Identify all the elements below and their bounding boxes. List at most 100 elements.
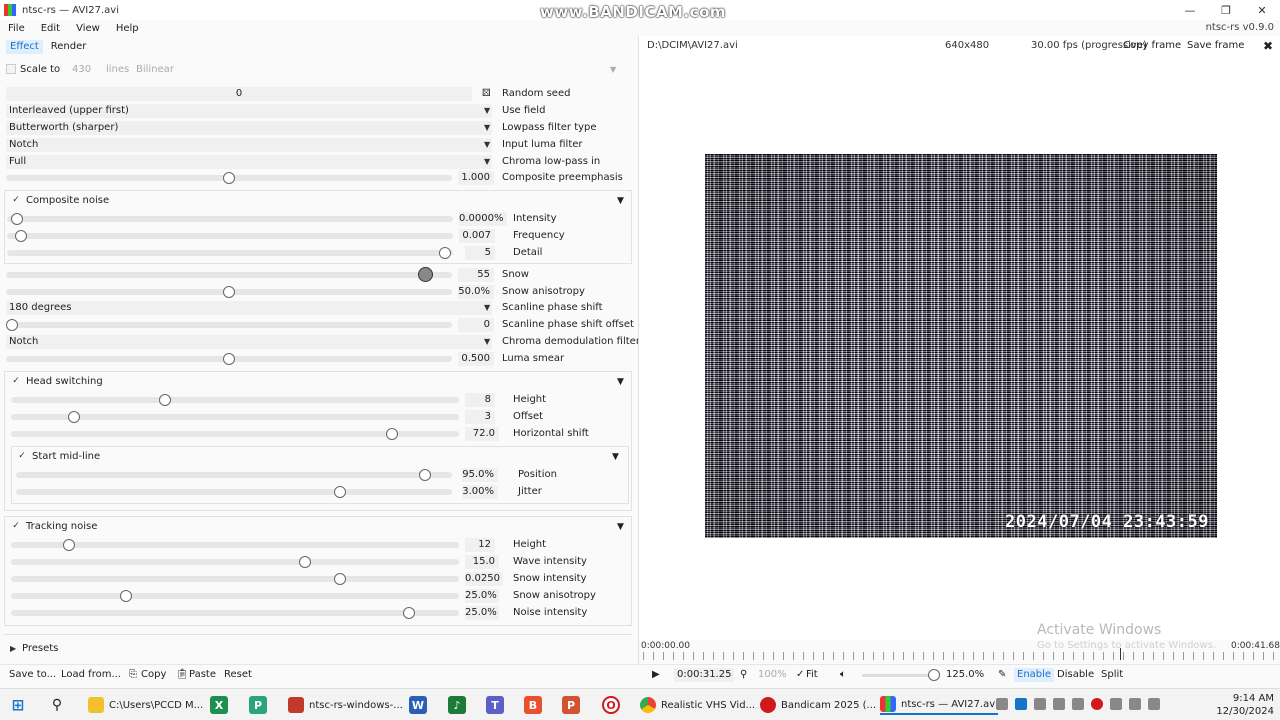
tab-effect[interactable]: Effect xyxy=(6,40,43,54)
tn-noise-slider[interactable] xyxy=(403,607,416,619)
midline-jitter-slider[interactable] xyxy=(334,486,346,498)
taskbar-app-ntsc-active[interactable]: ntsc-rs — AVI27.avi xyxy=(880,695,998,715)
scale-lines-input[interactable]: 430 xyxy=(72,63,91,77)
save-frame-button[interactable]: Save frame xyxy=(1183,38,1248,54)
chroma-lowpass-select[interactable]: Full xyxy=(6,155,492,169)
fit-checkmark-icon[interactable]: ✓ xyxy=(796,668,804,682)
cn-frequency-track[interactable] xyxy=(7,233,453,239)
input-luma-filter-select[interactable]: Notch xyxy=(6,138,492,152)
tn-wave-slider[interactable] xyxy=(298,556,311,568)
teams-icon[interactable]: T xyxy=(486,696,504,714)
excel-icon[interactable]: X xyxy=(210,696,228,714)
scanline-phase-select[interactable]: 180 degrees xyxy=(6,301,492,315)
tn-anisotropy-track[interactable] xyxy=(11,593,459,599)
snow-anisotropy-slider[interactable] xyxy=(223,286,235,298)
word-icon[interactable]: W xyxy=(409,696,427,714)
snow-track[interactable] xyxy=(6,272,452,278)
maximize-button[interactable]: ❐ xyxy=(1208,0,1244,20)
start-midline-checkbox[interactable]: ✓ xyxy=(17,451,27,461)
save-to-button[interactable]: Save to... xyxy=(9,668,56,682)
cn-detail-slider[interactable] xyxy=(439,247,451,259)
presets-label[interactable]: Presets xyxy=(22,643,58,654)
hs-offset-value[interactable]: 3 xyxy=(465,410,495,424)
copy-button[interactable]: Copy xyxy=(141,668,166,682)
tn-wave-track[interactable] xyxy=(11,559,459,565)
minimize-button[interactable]: — xyxy=(1172,0,1208,20)
midline-position-value[interactable]: 95.0% xyxy=(462,468,498,482)
paste-icon[interactable]: 📋︎ xyxy=(176,668,189,682)
play-icon[interactable]: ▶ xyxy=(652,668,660,682)
volume-slider[interactable] xyxy=(928,669,940,681)
snow-slider[interactable] xyxy=(418,267,434,282)
tn-height-value[interactable]: 12 xyxy=(465,538,495,552)
collapse-triangle-icon[interactable]: ▼ xyxy=(617,375,624,389)
tn-snow-slider[interactable] xyxy=(333,573,346,585)
taskbar-app-explorer[interactable]: C:\Users\PCCD M... xyxy=(88,695,203,715)
cn-intensity-track[interactable] xyxy=(7,216,453,222)
wifi-icon[interactable] xyxy=(1129,698,1141,710)
expand-triangle-icon[interactable]: ▶ xyxy=(10,644,16,653)
clock[interactable]: 9:14 AM 12/30/2024 xyxy=(1216,692,1274,718)
copy-frame-button[interactable]: Copy frame xyxy=(1119,38,1185,54)
preemphasis-value[interactable]: 1.000 xyxy=(458,171,494,185)
cn-frequency-value[interactable]: 0.007 xyxy=(459,229,495,243)
menu-edit[interactable]: Edit xyxy=(33,23,68,34)
cn-intensity-slider[interactable] xyxy=(11,213,23,225)
enable-button[interactable]: Enable xyxy=(1014,668,1055,682)
scale-filter-select[interactable]: Bilinear xyxy=(136,63,174,77)
taskbar-app-chrome[interactable]: Realistic VHS Vid... xyxy=(640,695,755,715)
luma-smear-slider[interactable] xyxy=(223,353,235,365)
tray-icon[interactable] xyxy=(1091,698,1103,710)
head-switching-checkbox[interactable]: ✓ xyxy=(11,376,21,386)
midline-jitter-value[interactable]: 3.00% xyxy=(462,485,498,499)
speaker-icon[interactable]: 🔈︎ xyxy=(840,668,846,682)
preview-scale-value[interactable]: 125.0% xyxy=(946,668,984,682)
tray-icon[interactable] xyxy=(1072,698,1084,710)
hs-hshift-slider[interactable] xyxy=(385,428,398,440)
time-input[interactable]: 0:00:31.25 xyxy=(674,668,735,682)
midline-jitter-track[interactable] xyxy=(16,489,452,495)
chroma-demod-select[interactable]: Notch xyxy=(6,335,492,349)
tn-height-slider[interactable] xyxy=(63,539,76,551)
opera-icon[interactable]: O xyxy=(602,696,620,714)
load-from-button[interactable]: Load from... xyxy=(61,668,121,682)
app-icon-green[interactable]: ♪ xyxy=(448,696,466,714)
tracking-noise-checkbox[interactable]: ✓ xyxy=(11,521,21,531)
disable-button[interactable]: Disable xyxy=(1057,668,1094,682)
menu-view[interactable]: View xyxy=(68,23,108,34)
hs-height-value[interactable]: 8 xyxy=(465,393,495,407)
fit-label[interactable]: Fit xyxy=(806,668,818,682)
scanline-offset-slider[interactable] xyxy=(6,319,18,331)
reset-button[interactable]: Reset xyxy=(224,668,252,682)
cn-intensity-value[interactable]: 0.0000% xyxy=(459,212,507,226)
speaker-icon[interactable] xyxy=(1148,698,1160,710)
zoom-value[interactable]: 100% xyxy=(758,668,787,682)
collapse-triangle-icon[interactable]: ▼ xyxy=(617,520,624,534)
presets-section[interactable]: ▶ Presets xyxy=(0,642,638,658)
brave-icon[interactable]: B xyxy=(524,696,542,714)
use-field-select[interactable]: Interleaved (upper first) xyxy=(6,104,492,118)
menu-file[interactable]: File xyxy=(0,23,33,34)
timeline-ticks[interactable] xyxy=(643,652,1277,660)
tn-noise-value[interactable]: 25.0% xyxy=(465,606,499,620)
tab-render[interactable]: Render xyxy=(47,40,91,54)
taskbar-app-ntsc-folder[interactable]: ntsc-rs-windows-... xyxy=(288,695,403,715)
random-seed-input[interactable]: 0 xyxy=(6,87,472,101)
close-window-button[interactable]: ✕ xyxy=(1244,0,1280,20)
cn-frequency-slider[interactable] xyxy=(15,230,28,242)
hs-hshift-value[interactable]: 72.0 xyxy=(465,427,499,441)
scanline-offset-track[interactable] xyxy=(6,322,452,328)
luma-smear-value[interactable]: 0.500 xyxy=(458,352,494,366)
menu-help[interactable]: Help xyxy=(108,23,147,34)
taskbar-app-bandicam[interactable]: Bandicam 2025 (... xyxy=(760,695,876,715)
split-button[interactable]: Split xyxy=(1101,668,1123,682)
dice-icon[interactable]: ⚄ xyxy=(482,87,491,101)
windows-start-icon[interactable]: ⊞ xyxy=(9,696,27,714)
cn-detail-value[interactable]: 5 xyxy=(465,246,495,260)
tn-snow-value[interactable]: 0.0250 xyxy=(465,572,503,586)
tn-anisotropy-slider[interactable] xyxy=(120,590,132,602)
tray-icon[interactable] xyxy=(1110,698,1122,710)
midline-position-slider[interactable] xyxy=(418,469,431,481)
hs-offset-slider[interactable] xyxy=(67,411,80,423)
tray-icon[interactable] xyxy=(1034,698,1046,710)
